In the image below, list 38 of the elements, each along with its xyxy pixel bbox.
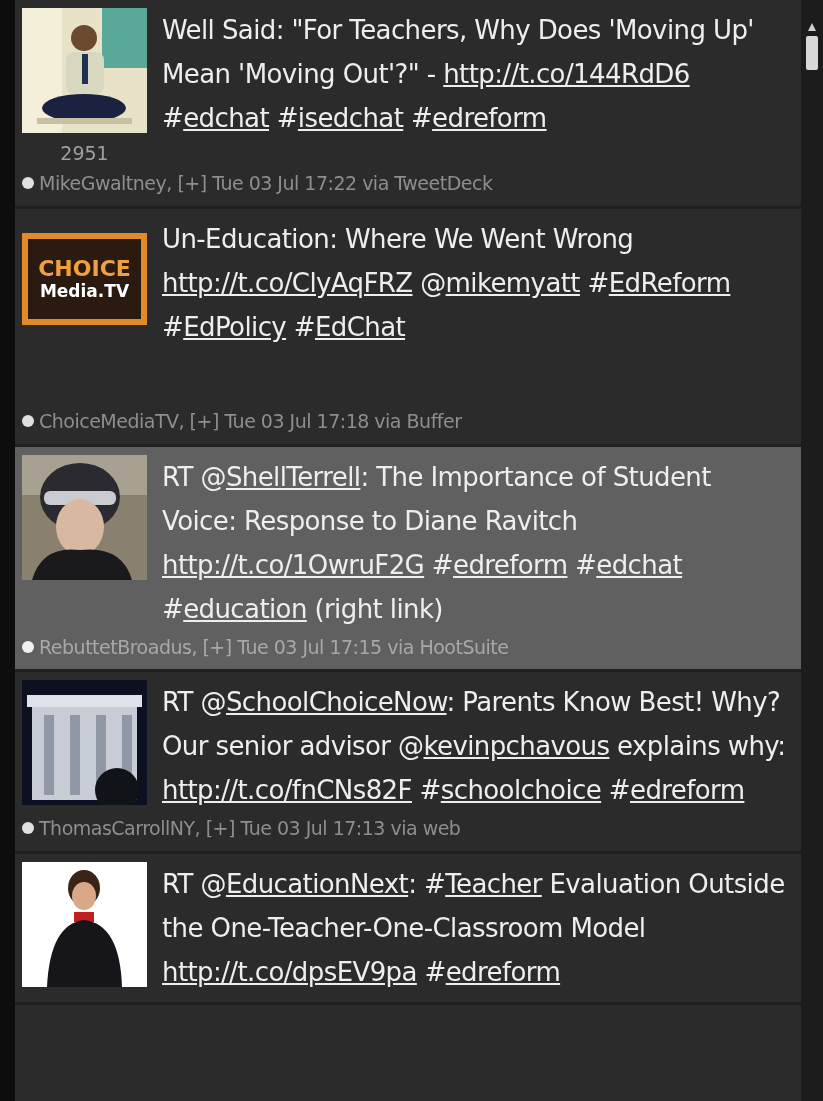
tweet-link[interactable]: edchat bbox=[183, 103, 269, 133]
tweet-meta: ChoiceMediaTV, [+] Tue 03 Jul 17:18 via Buffer bbox=[39, 409, 462, 434]
tweet-link[interactable]: edreform bbox=[453, 549, 568, 580]
tweet-link[interactable]: http://t.co/dpsEV9pa bbox=[162, 956, 417, 987]
tweet-link[interactable]: edreform bbox=[630, 775, 745, 805]
tweet-meta: ThomasCarrollNY, [+] Tue 03 Jul 17:13 via web bbox=[39, 816, 461, 841]
follower-count: 2951 bbox=[60, 141, 109, 166]
tweet-link[interactable]: http://t.co/144RdD6 bbox=[443, 59, 690, 89]
tweet-link[interactable]: EdChat bbox=[314, 311, 406, 342]
tweet-link[interactable]: http://t.co/fnCNs82F bbox=[162, 775, 412, 805]
tweet-link[interactable]: schoolchoice bbox=[440, 775, 602, 805]
tweet-link[interactable]: EducationNext bbox=[225, 868, 409, 899]
tweet-link[interactable]: edchat bbox=[596, 549, 683, 580]
tweet-link[interactable]: http://t.co/ClyAqFRZ bbox=[162, 267, 413, 298]
tweet-text: Well Said: "For Teachers, Why Does 'Moving Up' Mean 'Moving Out'?" - http://t.co/144RdD6 #edchat #isedchat #edreform bbox=[162, 14, 755, 135]
tweet-link[interactable]: education bbox=[183, 593, 307, 624]
tweet-link[interactable]: SchoolChoiceNow bbox=[225, 687, 447, 717]
tweet-link[interactable]: edreform bbox=[432, 103, 547, 133]
tweet-text: RT @EducationNext: #Teacher Evaluation Outside the One-Teacher-One-Classroom Model http://t.co/dpsEV9pa #edreform bbox=[162, 867, 786, 989]
tweet-link[interactable]: isedchat bbox=[297, 103, 404, 133]
tweet-row[interactable]: RT @ShellTerrell: The Importance of Student Voice: Response to Diane Ravitch http://t.co/1OwruF2G #edreform #edchat #education (right link) RebuttetBroadus, [+] Tue 03 Jul 17:15 via HootSuite bbox=[15, 446, 801, 672]
tweet-link[interactable]: mikemyatt bbox=[445, 267, 580, 298]
tweet-meta: RebuttetBroadus, [+] Tue 03 Jul 17:15 via HootSuite bbox=[39, 634, 509, 660]
tweet-link[interactable]: Teacher bbox=[445, 868, 542, 899]
tweet-link[interactable]: kevinpchavous bbox=[423, 731, 610, 761]
tweet-meta: MikeGwaltney, [+] Tue 03 Jul 17:22 via TweetDeck bbox=[39, 171, 493, 196]
scrollbar-thumb[interactable] bbox=[806, 36, 818, 70]
tweet-text: Un-Education: Where We Went Wrong http://t.co/ClyAqFRZ @mikemyatt #EdReform #EdPolicy #EdChat bbox=[162, 222, 732, 344]
tweet-link[interactable]: edreform bbox=[445, 956, 561, 987]
scroll-up-icon[interactable] bbox=[807, 22, 817, 32]
tweet-link[interactable]: EdReform bbox=[608, 267, 731, 298]
tweet-text: RT @ShellTerrell: The Importance of Student Voice: Response to Diane Ravitch http://t.co/1OwruF2G #edreform #edchat #education (right link) bbox=[162, 460, 712, 626]
tweet-link[interactable]: ShellTerrell bbox=[225, 461, 361, 492]
tweet-link[interactable]: http://t.co/1OwruF2G bbox=[162, 549, 425, 580]
logo-text: Media.TV bbox=[39, 280, 130, 301]
logo-text: CHOICE bbox=[38, 256, 131, 281]
tweet-link[interactable]: EdPolicy bbox=[183, 311, 287, 342]
tweet-text: RT @SchoolChoiceNow: Parents Know Best! Why? Our senior advisor @kevinpchavous explains why: http://t.co/fnCNs82F #schoolchoice #edreform bbox=[162, 686, 787, 807]
